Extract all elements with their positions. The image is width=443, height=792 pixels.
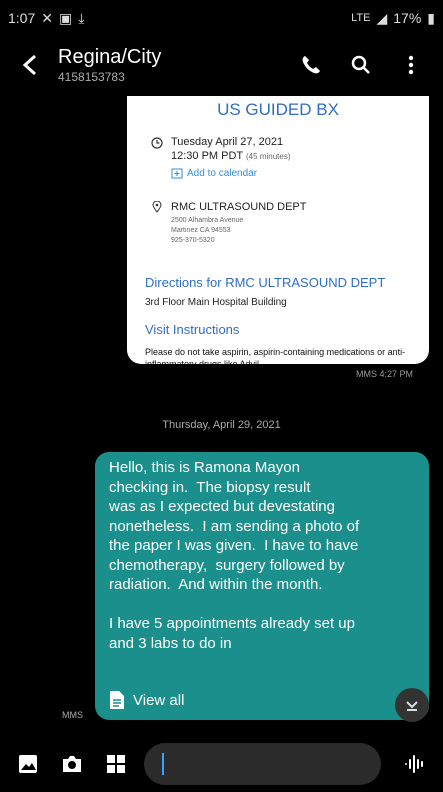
sent-message-bubble[interactable]: Hello, this is Ramona Mayon checking in.… <box>95 452 429 720</box>
download-icon: ⤓ <box>78 9 85 26</box>
back-button[interactable] <box>10 45 50 85</box>
more-options-button[interactable] <box>395 49 427 81</box>
apps-button[interactable] <box>98 746 134 782</box>
battery-icon: ▮ <box>427 9 435 26</box>
scroll-down-icon <box>406 701 418 711</box>
visit-instructions-link[interactable]: Visit Instructions <box>145 322 239 337</box>
contact-name: Regina/City <box>58 46 162 68</box>
address-line-2: Martinez CA 94553 <box>171 227 231 234</box>
network-label: LTE <box>351 12 371 24</box>
camera-button[interactable] <box>54 746 90 782</box>
camera-icon <box>63 755 81 772</box>
call-button[interactable] <box>295 49 327 81</box>
message-timestamp: MMS 4:27 PM <box>355 369 413 379</box>
voice-icon <box>405 754 423 773</box>
appointment-card[interactable]: US GUIDED BX Tuesday April 27, 2021 12:3… <box>127 96 429 364</box>
contact-number: 4158153783 <box>58 70 125 84</box>
card-title: US GUIDED BX <box>217 100 339 119</box>
image-notification-icon: ▣ <box>58 9 73 26</box>
add-to-calendar-link[interactable]: Add to calendar <box>187 168 257 179</box>
more-vert-icon <box>408 55 414 75</box>
department-phone: 925-370-5320 <box>171 237 215 244</box>
appointment-time-row: 12:30 PM PDT (45 minutes) <box>171 150 290 162</box>
message-input[interactable] <box>164 754 328 773</box>
signal-icon: ◢ <box>376 9 388 26</box>
missed-call-icon: ✕ <box>41 9 53 26</box>
conversation-header: Regina/City 4158153783 <box>0 36 443 94</box>
clock-icon <box>151 137 163 149</box>
back-arrow-icon <box>22 54 37 76</box>
department-name: RMC ULTRASOUND DEPT <box>171 201 307 213</box>
floor-info: 3rd Floor Main Hospital Building <box>145 297 287 308</box>
appointment-time: 12:30 PM PDT <box>171 150 243 162</box>
appointment-duration: (45 minutes) <box>246 152 291 161</box>
contact-info[interactable]: Regina/City 4158153783 <box>58 45 295 85</box>
appointment-date: Tuesday April 27, 2021 <box>171 136 284 148</box>
message-input-field[interactable] <box>144 742 381 785</box>
gallery-icon <box>19 754 37 773</box>
scroll-to-bottom-button[interactable] <box>395 688 429 722</box>
department-address: 2500 Alhambra Avenue Martinez CA 94553 9… <box>171 216 243 246</box>
view-all-button[interactable]: View all <box>109 690 184 710</box>
composer-bar <box>0 735 443 792</box>
battery-text: 17% <box>393 10 422 26</box>
status-time: 1:07 <box>8 10 36 26</box>
calendar-add-icon <box>171 168 183 179</box>
apps-grid-icon <box>107 754 125 773</box>
status-bar: 1:07 ✕ ▣ ⤓ LTE ◢ 17% ▮ <box>0 0 443 36</box>
directions-link[interactable]: Directions for RMC ULTRASOUND DEPT <box>145 275 385 290</box>
date-separator: Thursday, April 29, 2021 <box>162 419 281 431</box>
search-button[interactable] <box>345 49 377 81</box>
document-icon <box>110 691 124 709</box>
gallery-button[interactable] <box>10 746 46 782</box>
address-line-1: 2500 Alhambra Avenue <box>171 217 244 224</box>
location-pin-icon <box>152 201 162 213</box>
instructions-text: Please do not take aspirin, aspirin-cont… <box>145 347 406 364</box>
search-icon <box>351 55 370 74</box>
mms-label: MMS <box>62 710 83 720</box>
message-text: Hello, this is Ramona Mayon checking in.… <box>109 459 360 652</box>
view-all-label: View all <box>133 691 185 709</box>
phone-icon <box>302 56 320 74</box>
voice-button[interactable] <box>397 746 433 782</box>
